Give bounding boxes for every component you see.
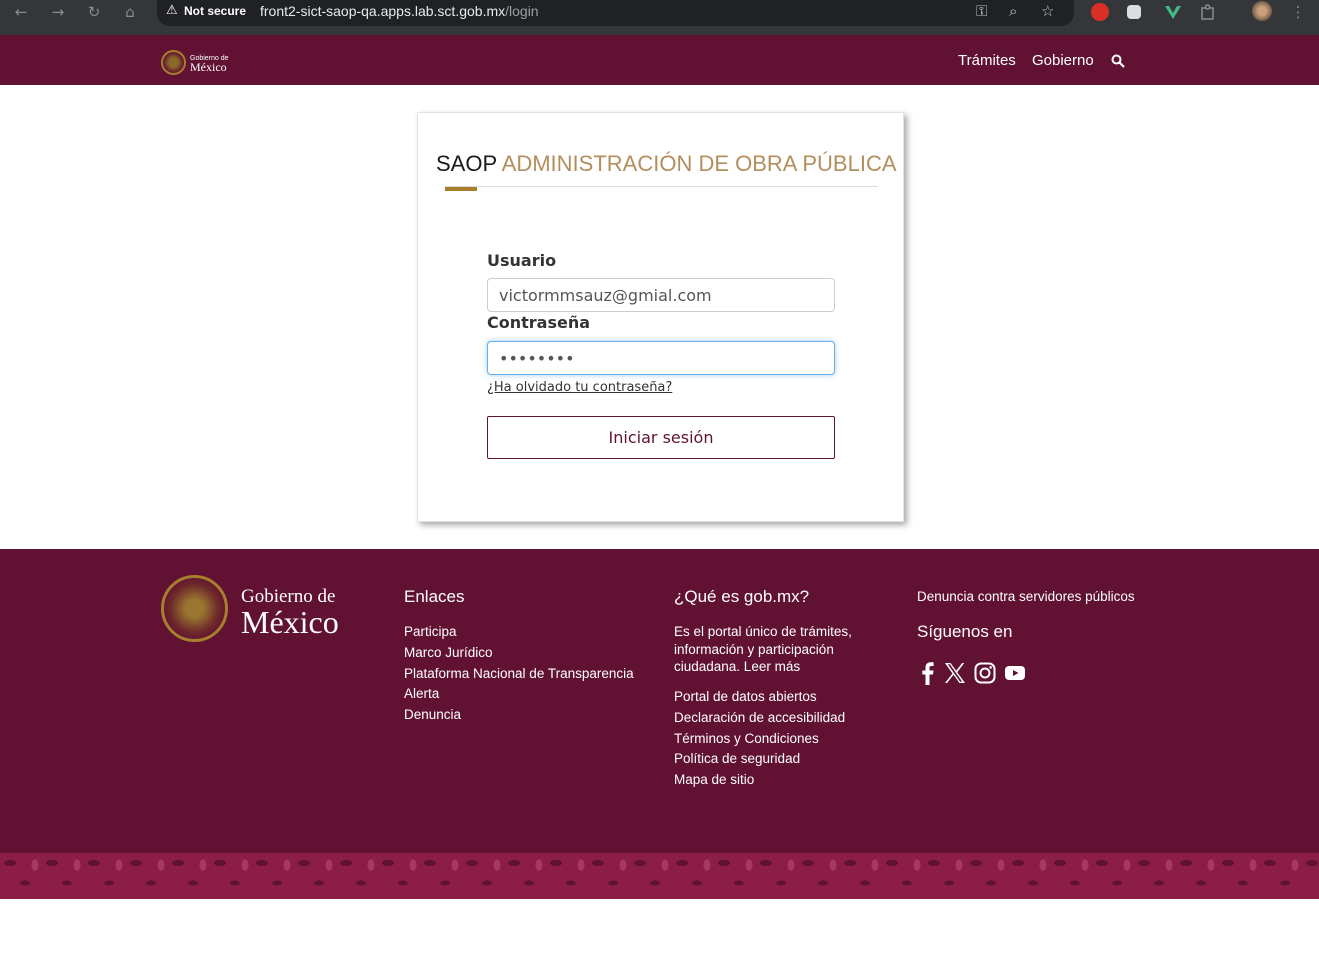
- footer-link-participa[interactable]: Participa: [404, 624, 457, 639]
- footer-link-denuncia-servidores[interactable]: Denuncia contra servidores públicos: [917, 589, 1135, 604]
- footer-logo[interactable]: Gobierno de México: [241, 587, 339, 638]
- menu-kebab-icon[interactable]: ⋮: [1288, 2, 1308, 22]
- seal-icon: [161, 50, 186, 75]
- footer-link-accesibilidad[interactable]: Declaración de accesibilidad: [674, 710, 845, 725]
- browser-toolbar: ← → ↻ ⌂ ⚠ Not secure front2-sict-saop-qa…: [0, 0, 1319, 35]
- url-text[interactable]: front2-sict-saop-qa.apps.lab.sct.gob.mx/…: [260, 3, 539, 19]
- password-label: Contraseña: [487, 313, 591, 332]
- extension-vue-icon[interactable]: [1164, 3, 1182, 21]
- url-path: /login: [505, 3, 539, 19]
- que-es-heading: ¿Qué es gob.mx?: [674, 587, 810, 606]
- nav-tramites[interactable]: Trámites: [958, 52, 1016, 69]
- youtube-icon[interactable]: [1003, 661, 1027, 685]
- url-host: front2-sict-saop-qa.apps.lab.sct.gob.mx: [260, 3, 506, 19]
- footer-link-terminos[interactable]: Términos y Condiciones: [674, 731, 819, 746]
- gov-header: Gobierno de México Trámites Gobierno: [0, 35, 1319, 85]
- facebook-icon[interactable]: [916, 661, 940, 685]
- footer-link-datos-abiertos[interactable]: Portal de datos abiertos: [674, 689, 817, 704]
- footer: Gobierno de México Enlaces Participa Mar…: [0, 549, 1319, 853]
- back-icon[interactable]: ←: [11, 2, 31, 22]
- forward-icon[interactable]: →: [48, 2, 68, 22]
- page-title: SAOP ADMINISTRACIÓN DE OBRA PÚBLICA: [436, 151, 897, 177]
- title-main: ADMINISTRACIÓN DE OBRA PÚBLICA: [501, 151, 897, 176]
- forgot-password-link[interactable]: ¿Ha olvidado tu contraseña?: [487, 380, 672, 395]
- profile-avatar[interactable]: [1252, 1, 1272, 21]
- logo-line2: México: [190, 59, 227, 74]
- national-seal-icon: [161, 575, 228, 642]
- password-input[interactable]: [487, 341, 835, 375]
- footer-link-seguridad[interactable]: Política de seguridad: [674, 751, 800, 766]
- search-icon[interactable]: [1111, 54, 1125, 68]
- footer-logo-line2: México: [241, 604, 339, 640]
- title-prefix: SAOP: [436, 151, 497, 176]
- reload-icon[interactable]: ↻: [84, 2, 104, 22]
- footer-link-marco-juridico[interactable]: Marco Jurídico: [404, 645, 493, 660]
- key-icon[interactable]: ⚿: [976, 2, 987, 20]
- extension-stop-icon[interactable]: [1091, 3, 1109, 21]
- warning-icon: ⚠: [166, 3, 178, 18]
- gov-logo[interactable]: Gobierno de México: [161, 50, 229, 75]
- footer-link-mapa-sitio[interactable]: Mapa de sitio: [674, 772, 754, 787]
- address-bar[interactable]: ⚠ Not secure front2-sict-saop-qa.apps.la…: [157, 0, 1074, 26]
- que-es-description: Es el portal único de trámites, informac…: [674, 624, 852, 674]
- nav-gobierno[interactable]: Gobierno: [1032, 52, 1094, 69]
- zoom-icon[interactable]: ⌕: [1009, 2, 1017, 20]
- login-card: SAOP ADMINISTRACIÓN DE OBRA PÚBLICA Usua…: [417, 112, 904, 522]
- star-icon[interactable]: ☆: [1041, 2, 1054, 20]
- instagram-icon[interactable]: [973, 661, 997, 685]
- footer-pattern-band: [0, 853, 1319, 899]
- user-label: Usuario: [487, 251, 557, 270]
- footer-link-denuncia[interactable]: Denuncia: [404, 707, 461, 722]
- title-accent-bar: [445, 187, 477, 191]
- user-input[interactable]: [487, 278, 835, 312]
- enlaces-heading: Enlaces: [404, 587, 465, 606]
- extension-trello-icon[interactable]: [1127, 5, 1141, 19]
- footer-link-transparencia[interactable]: Plataforma Nacional de Transparencia: [404, 666, 634, 681]
- home-icon[interactable]: ⌂: [120, 2, 140, 22]
- footer-link-alerta[interactable]: Alerta: [404, 686, 439, 701]
- extensions-puzzle-icon[interactable]: [1199, 3, 1217, 21]
- login-button[interactable]: Iniciar sesión: [487, 416, 835, 459]
- title-divider: [445, 186, 878, 187]
- siguenos-heading: Síguenos en: [917, 622, 1013, 641]
- x-icon[interactable]: [943, 661, 967, 685]
- security-label[interactable]: Not secure: [184, 4, 246, 18]
